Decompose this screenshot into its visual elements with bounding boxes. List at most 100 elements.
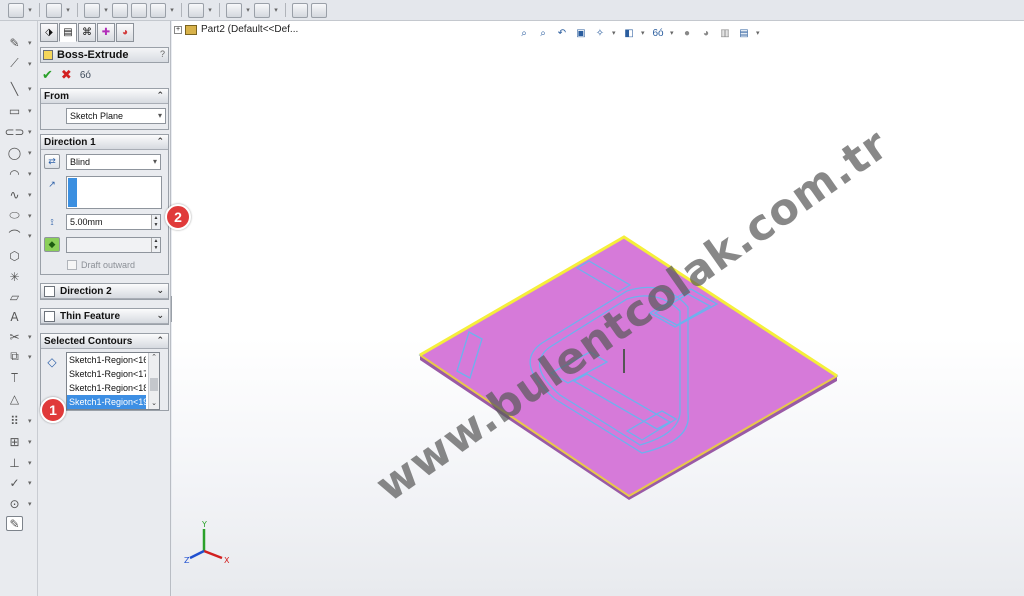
chevron-down-icon[interactable]: ▾	[28, 107, 32, 115]
display-manager-tab[interactable]: ◕	[116, 23, 134, 42]
draft-outward-checkbox[interactable]	[67, 260, 77, 270]
list-item[interactable]: Sketch1-Region<18	[67, 381, 146, 395]
text-icon[interactable]: A	[6, 309, 23, 324]
fillet-icon[interactable]: ⌒	[6, 228, 23, 243]
from-group-header[interactable]: From ⌃	[41, 89, 168, 104]
smart-dimension-icon[interactable]: ⟋	[6, 56, 23, 71]
direction2-group-header[interactable]: Direction 2 ⌄	[41, 284, 168, 299]
relations-icon[interactable]: ⊥	[6, 455, 23, 470]
chevron-down-icon[interactable]: ▾	[28, 232, 32, 240]
collapse-icon[interactable]: ⌃	[156, 90, 164, 101]
chevron-down-icon[interactable]: ▾	[28, 333, 32, 341]
chevron-down-icon[interactable]: ▾	[28, 459, 32, 467]
arc-icon[interactable]: ◠	[6, 166, 23, 181]
start-condition-combo[interactable]: Sketch Plane ▾	[66, 108, 166, 124]
expand-icon[interactable]: ⌄	[156, 285, 164, 296]
chevron-down-icon[interactable]: ▾	[273, 6, 279, 14]
direction1-group: Direction 1 ⌃ ⇄ Blind ▾ ↗ ⟟ 5.00mm ▲ ▼ ◆ …	[40, 134, 169, 275]
draft-icon[interactable]: ◆	[44, 237, 60, 252]
rectangle-icon[interactable]: ▭	[6, 103, 23, 118]
thin-feature-checkbox[interactable]	[44, 310, 55, 322]
plate-top-face[interactable]	[418, 236, 839, 497]
options-icon[interactable]	[150, 2, 166, 18]
convert-icon[interactable]: ⟙	[6, 371, 23, 386]
chevron-down-icon[interactable]: ▾	[28, 128, 32, 136]
print-icon[interactable]	[112, 2, 128, 18]
direction-selection-box[interactable]	[66, 176, 162, 209]
chevron-down-icon[interactable]: ▾	[28, 85, 32, 93]
cancel-x-icon[interactable]: ✖	[61, 67, 72, 83]
chevron-down-icon[interactable]: ▾	[28, 479, 32, 487]
undo-icon[interactable]	[131, 2, 147, 18]
direction2-checkbox[interactable]	[44, 285, 55, 297]
collapse-icon[interactable]: ⌃	[156, 335, 164, 346]
direction1-group-header[interactable]: Direction 1 ⌃	[41, 135, 168, 150]
slot-icon[interactable]: ⊂⊃	[4, 124, 24, 139]
chevron-down-icon[interactable]: ▾	[28, 149, 32, 157]
chevron-down-icon[interactable]: ▾	[65, 6, 71, 14]
rapid-sketch-icon[interactable]: ✎	[6, 516, 23, 531]
chevron-down-icon[interactable]: ▾	[169, 6, 175, 14]
spin-arrows-icon[interactable]: ▲ ▼	[151, 215, 160, 229]
smart-dimension-icon[interactable]	[226, 2, 242, 18]
chevron-down-icon[interactable]: ▾	[28, 438, 32, 446]
chevron-down-icon[interactable]: ▾	[28, 212, 32, 220]
polygon-icon[interactable]: ⬡	[6, 248, 23, 263]
linear-pattern-icon[interactable]: ⠿	[6, 413, 23, 428]
mirror-icon[interactable]: △	[6, 391, 23, 406]
thin-feature-group-header[interactable]: Thin Feature ⌄	[41, 309, 168, 324]
scroll-thumb[interactable]	[150, 378, 158, 391]
trim-icon[interactable]: ✂	[6, 329, 23, 344]
save-icon[interactable]	[46, 2, 62, 18]
end-condition-combo[interactable]: Blind ▾	[66, 154, 161, 170]
detailed-preview-icon[interactable]: 6ó	[80, 70, 91, 81]
reverse-direction-icon[interactable]: ⇄	[44, 154, 60, 169]
circle-icon[interactable]: ◯	[6, 145, 23, 160]
offset-icon[interactable]: ⧉	[6, 349, 23, 364]
quick-snap-icon[interactable]: ⊙	[6, 496, 23, 511]
list-scrollbar[interactable]: ⌃ ⌄	[148, 353, 159, 409]
move-entities-icon[interactable]	[311, 2, 327, 18]
grid-icon[interactable]	[188, 2, 204, 18]
mirror-icon[interactable]	[292, 2, 308, 18]
chevron-down-icon[interactable]: ▾	[28, 39, 32, 47]
help-icon[interactable]: ?	[160, 49, 165, 59]
scroll-down-icon[interactable]: ⌄	[149, 399, 159, 409]
chevron-down-icon[interactable]: ▾	[28, 353, 32, 361]
chevron-down-icon[interactable]: ▾	[28, 191, 32, 199]
property-manager-tab[interactable]: ▤	[59, 23, 77, 42]
sketch-fillet-icon[interactable]	[254, 2, 270, 18]
new-document-icon[interactable]	[8, 2, 24, 18]
selected-contours-list[interactable]: Sketch1-Region<16 Sketch1-Region<17 Sket…	[66, 352, 160, 410]
depth-input[interactable]: 5.00mm ▲ ▼	[66, 214, 161, 230]
expand-icon[interactable]: ⌄	[156, 310, 164, 321]
move-icon[interactable]: ⊞	[6, 434, 23, 449]
rebuild-icon[interactable]	[84, 2, 100, 18]
feature-manager-tab[interactable]: ⬗	[40, 23, 58, 42]
chevron-down-icon[interactable]: ▾	[28, 60, 32, 68]
chevron-down-icon[interactable]: ▾	[27, 6, 33, 14]
selected-contours-group-header[interactable]: Selected Contours ⌃	[41, 334, 168, 349]
ellipse-icon[interactable]: ⬭	[6, 208, 23, 223]
ok-check-icon[interactable]: ✔	[42, 67, 53, 83]
chevron-down-icon[interactable]: ▾	[103, 6, 109, 14]
graphics-area[interactable]: + Part2 (Default<<Def... ⌕ ⌕ ↶ ▣ ✧ ▾ ◧ ▾…	[172, 21, 1024, 596]
chevron-down-icon[interactable]: ▾	[28, 500, 32, 508]
chevron-down-icon[interactable]: ▾	[28, 170, 32, 178]
point-icon[interactable]: ✳	[6, 269, 23, 284]
scroll-up-icon[interactable]: ⌃	[149, 353, 159, 363]
chevron-down-icon[interactable]: ▾	[28, 417, 32, 425]
line-icon[interactable]: ╲	[6, 81, 23, 96]
collapse-icon[interactable]: ⌃	[156, 136, 164, 147]
spline-icon[interactable]: ∿	[6, 187, 23, 202]
sketch-icon[interactable]: ✎	[6, 35, 23, 50]
list-item[interactable]: Sketch1-Region<17	[67, 367, 146, 381]
repair-icon[interactable]: ✓	[6, 475, 23, 490]
plane-icon[interactable]: ▱	[6, 289, 23, 304]
chevron-down-icon[interactable]: ▾	[245, 6, 251, 14]
configuration-manager-tab[interactable]: ⌘	[78, 23, 96, 42]
chevron-down-icon[interactable]: ▾	[207, 6, 213, 14]
list-item[interactable]: Sketch1-Region<19	[67, 395, 146, 409]
list-item[interactable]: Sketch1-Region<16	[67, 353, 146, 367]
dimxpert-tab[interactable]: ✚	[97, 23, 115, 42]
